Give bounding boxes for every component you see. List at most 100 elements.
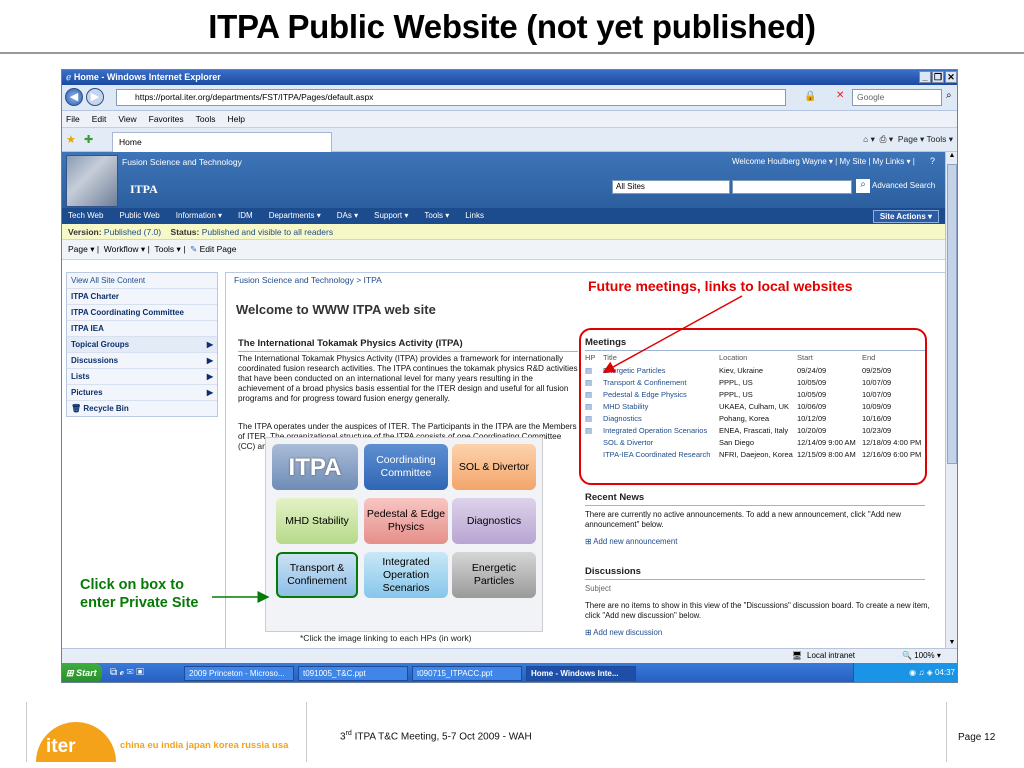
command-bar-tools[interactable]: ⌂ ▾ ⎙ ▾ Page ▾ Tools ▾ (863, 134, 953, 145)
nav-information[interactable]: Information ▾ (176, 211, 222, 221)
site-actions-button[interactable]: Site Actions ▾ (872, 210, 939, 223)
taskbar-item-itpacc-ppt[interactable]: t090715_ITPACC.ppt (412, 666, 522, 681)
leftnav-recycle-bin[interactable]: 🗑 Recycle Bin (67, 401, 217, 417)
search-input[interactable]: Google (852, 89, 942, 106)
recent-news-text: There are currently no active announceme… (585, 510, 901, 529)
page-title: Welcome to WWW ITPA web site (236, 302, 436, 317)
advanced-search-link[interactable]: Advanced Search (872, 181, 935, 190)
add-favorite-icon[interactable]: ✚ (84, 133, 93, 146)
version-value: Published (7.0) (103, 227, 162, 237)
clock: 04:37 (934, 668, 955, 677)
add-announcement-label: Add new announcement (593, 537, 678, 546)
site-logo-image (66, 155, 118, 207)
menu-view[interactable]: View (118, 114, 136, 124)
status-label: Status: (170, 227, 200, 237)
window-titlebar[interactable]: ℯ Home - Windows Internet Explorer _ ❐ ✕ (62, 70, 957, 85)
site-search-input[interactable] (732, 180, 852, 194)
help-icon[interactable]: ? (930, 156, 935, 166)
add-discussion-link[interactable]: ⊞ Add new discussion (585, 628, 930, 638)
chevron-right-icon: ▶ (206, 340, 213, 349)
lock-icon[interactable]: 🔒 (804, 91, 816, 102)
close-icon[interactable]: ✕ (945, 71, 957, 83)
minimize-icon[interactable]: _ (919, 71, 931, 83)
search-scope-select[interactable]: All Sites (612, 180, 730, 194)
view-all-site-content-link[interactable]: View All Site Content (67, 273, 217, 289)
tray-icons[interactable]: ◉ ♫ ◈ (909, 668, 935, 677)
leftnav-coordinating-committee[interactable]: ITPA Coordinating Committee (67, 305, 217, 321)
search-icon[interactable]: ⌕ (946, 90, 952, 101)
favorites-star-icon[interactable]: ★ (66, 133, 76, 146)
sharepoint-header: Fusion Science and Technology ITPA Welco… (62, 152, 947, 208)
page-scrollbar[interactable]: ▲ ▼ (945, 152, 957, 649)
nav-support[interactable]: Support ▾ (374, 211, 408, 221)
start-button[interactable]: ⊞ Start (62, 663, 102, 682)
footer-rule-right (946, 702, 947, 762)
edit-page-button[interactable]: Edit Page (200, 244, 237, 254)
footer-rule-left (26, 702, 27, 762)
site-parent-link[interactable]: Fusion Science and Technology (122, 157, 242, 167)
mhd-stability-box[interactable]: MHD Stability (276, 498, 358, 544)
menu-file[interactable]: File (66, 114, 80, 124)
title-divider (0, 52, 1024, 54)
nav-links[interactable]: Links (465, 211, 484, 221)
coordinating-committee-box[interactable]: Coordinating Committee (364, 444, 448, 490)
site-name[interactable]: ITPA (130, 182, 158, 197)
slide-footer: iter china eu india japan korea russia u… (0, 700, 1024, 768)
stop-icon[interactable]: ✕ (836, 90, 844, 101)
energetic-particles-box[interactable]: Energetic Particles (452, 552, 536, 598)
scroll-up-icon[interactable]: ▲ (947, 152, 957, 162)
nav-tech-web[interactable]: Tech Web (68, 211, 103, 221)
toolbar-tools-menu[interactable]: Tools ▾ (154, 244, 180, 254)
transport-confinement-box[interactable]: Transport & Confinement (276, 552, 358, 598)
leftnav-lists[interactable]: Lists ▶ (67, 369, 217, 385)
menu-help[interactable]: Help (227, 114, 244, 124)
zone-label: Local intranet (807, 651, 856, 660)
discussions-heading: Discussions (585, 566, 925, 580)
site-search-icon[interactable]: ⌕ (856, 179, 870, 193)
welcome-user-menu[interactable]: Welcome Houlberg Wayne ▾ | My Site | My … (732, 157, 915, 166)
toolbar-page-menu[interactable]: Page ▾ (68, 244, 94, 254)
chevron-right-icon: ▶ (206, 388, 213, 397)
menu-favorites[interactable]: Favorites (149, 114, 184, 124)
recycle-bin-icon: 🗑 (71, 404, 82, 413)
discussions-col-subject[interactable]: Subject (585, 584, 930, 594)
url-input[interactable]: https://portal.iter.org/departments/FST/… (116, 89, 786, 106)
iter-logo: iter (36, 722, 116, 762)
itpa-banner: ITPA (272, 444, 358, 490)
diagnostics-box[interactable]: Diagnostics (452, 498, 536, 544)
taskbar-item-word[interactable]: 2009 Princeton - Microso... (184, 666, 294, 681)
restore-icon[interactable]: ❐ (932, 71, 944, 83)
taskbar-item-tc-ppt[interactable]: t091005_T&C.ppt (298, 666, 408, 681)
add-announcement-link[interactable]: ⊞ Add new announcement (585, 537, 930, 547)
footer-rule-mid (306, 702, 307, 762)
toolbar-workflow-menu[interactable]: Workflow ▾ (104, 244, 145, 254)
nav-tools[interactable]: Tools ▾ (424, 211, 449, 221)
forward-icon[interactable]: ▶ (86, 88, 104, 106)
integrated-operation-scenarios-box[interactable]: Integrated Operation Scenarios (364, 552, 448, 598)
quick-launch-icons[interactable]: ⧉ ℯ ✉ ▣ (110, 667, 144, 678)
leftnav-itpa-charter[interactable]: ITPA Charter (67, 289, 217, 305)
annotation-click-box: Click on box to enter Private Site (80, 576, 198, 612)
ie-status-bar: 🖥 Local intranet 🔍 100% ▾ (62, 648, 957, 663)
tab-home[interactable]: Home (112, 132, 332, 152)
leftnav-itpa-iea[interactable]: ITPA IEA (67, 321, 217, 337)
taskbar-item-ie[interactable]: Home - Windows Inte... (526, 666, 636, 681)
nav-das[interactable]: DAs ▾ (337, 211, 358, 221)
pedestal-edge-physics-box[interactable]: Pedestal & Edge Physics (364, 498, 448, 544)
sol-divertor-box[interactable]: SOL & Divertor (452, 444, 536, 490)
chevron-right-icon: ▶ (206, 356, 213, 365)
breadcrumb[interactable]: Fusion Science and Technology > ITPA (234, 275, 382, 285)
tab-bar: ★ ✚ Home ⌂ ▾ ⎙ ▾ Page ▾ Tools ▾ (62, 128, 957, 152)
back-icon[interactable]: ◀ (65, 88, 83, 106)
zoom-level[interactable]: 🔍 100% ▾ (902, 651, 941, 660)
diagram-caption: *Click the image linking to each HPs (in… (300, 633, 472, 643)
menu-tools[interactable]: Tools (196, 114, 216, 124)
nav-departments[interactable]: Departments ▾ (269, 211, 321, 221)
nav-idm[interactable]: IDM (238, 211, 253, 221)
leftnav-pictures[interactable]: Pictures ▶ (67, 385, 217, 401)
scroll-thumb[interactable] (947, 164, 957, 464)
nav-public-web[interactable]: Public Web (119, 211, 159, 221)
menu-edit[interactable]: Edit (92, 114, 107, 124)
leftnav-discussions[interactable]: Discussions ▶ (67, 353, 217, 369)
leftnav-topical-groups[interactable]: Topical Groups ▶ (67, 337, 217, 353)
